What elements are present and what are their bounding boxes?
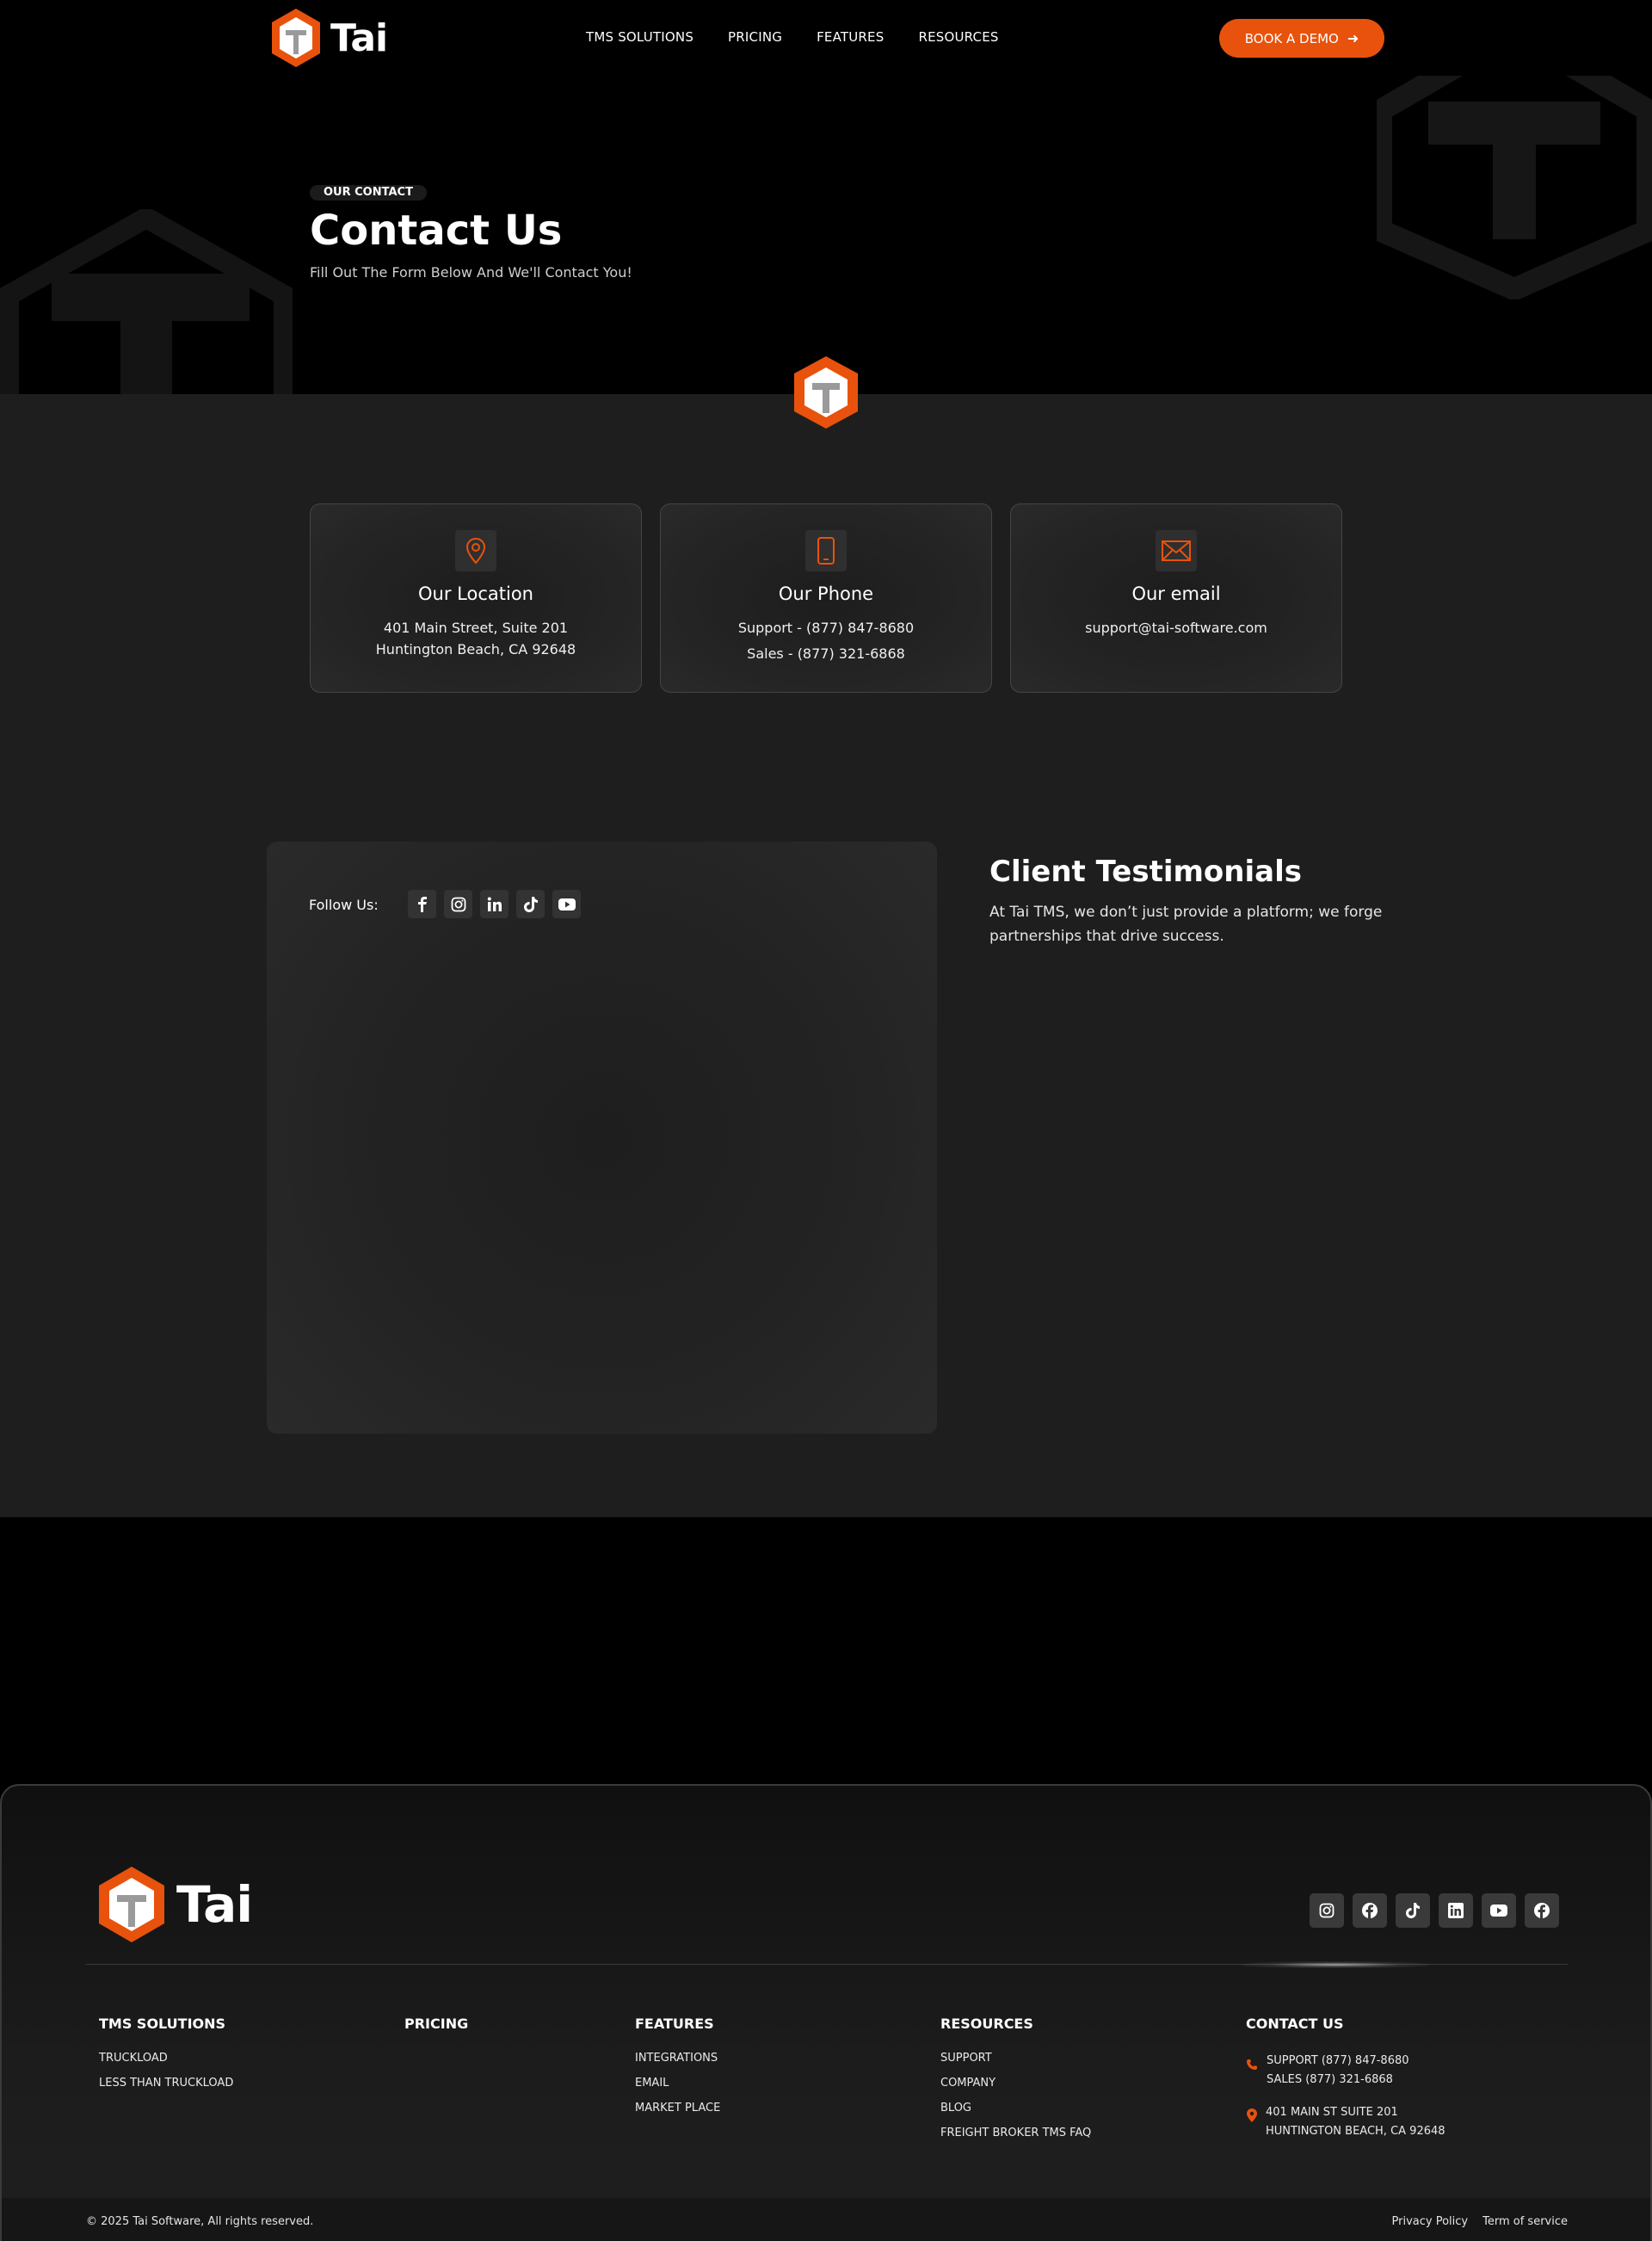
youtube-icon[interactable] xyxy=(552,890,581,918)
book-demo-label: BOOK A DEMO xyxy=(1244,30,1339,46)
footer-col-heading: CONTACT US xyxy=(1246,2016,1344,2032)
linkedin-icon[interactable] xyxy=(1439,1893,1473,1928)
nav-tms-solutions[interactable]: TMS SOLUTIONS xyxy=(586,29,693,45)
footer-social-links xyxy=(1310,1893,1559,1928)
email-icon-box xyxy=(1156,530,1197,571)
email-card: Our email support@tai-software.com xyxy=(1010,503,1342,693)
phone-icon xyxy=(1247,2059,1257,2070)
card-title: Our email xyxy=(1131,583,1221,604)
main-menu: TMS SOLUTIONS PRICING FEATURES RESOURCES xyxy=(586,29,999,45)
footer-logo-text: Tai xyxy=(176,1875,253,1934)
address-line-1: 401 Main Street, Suite 201 xyxy=(383,620,569,636)
privacy-policy-link[interactable]: Privacy Policy xyxy=(1392,2215,1469,2228)
footer-link-support[interactable]: SUPPORT xyxy=(940,2052,1091,2065)
phone-card: Our Phone Support - (877) 847-8680 Sales… xyxy=(660,503,992,693)
map-pin-icon xyxy=(465,537,486,565)
footer-link-truckload[interactable]: TRUCKLOAD xyxy=(99,2052,233,2065)
footer-col-heading[interactable]: RESOURCES xyxy=(940,2016,1091,2032)
nav-pricing[interactable]: PRICING xyxy=(728,29,782,45)
facebook-icon[interactable] xyxy=(1525,1893,1559,1928)
footer-link-blog[interactable]: BLOG xyxy=(940,2102,1091,2114)
footer-col-pricing: PRICING xyxy=(404,2016,468,2052)
page-subtitle: Fill Out The Form Below And We'll Contac… xyxy=(310,264,632,281)
phone-icon xyxy=(817,537,835,565)
footer-address: 401 MAIN ST SUITE 201 HUNTINGTON BEACH, … xyxy=(1246,2103,1446,2141)
support-email[interactable]: support@tai-software.com xyxy=(1011,620,1341,636)
footer-col-contact: CONTACT US SUPPORT (877) 847-8680 SALES … xyxy=(1246,2016,1446,2155)
terms-link[interactable]: Term of service xyxy=(1482,2215,1568,2228)
footer-phone[interactable]: SUPPORT (877) 847-8680 SALES (877) 321-6… xyxy=(1246,2052,1446,2090)
footer-link-market-place[interactable]: MARKET PLACE xyxy=(635,2102,720,2114)
location-card: Our Location 401 Main Street, Suite 201 … xyxy=(310,503,642,693)
instagram-icon[interactable] xyxy=(444,890,472,918)
legal-links: Privacy Policy Term of service xyxy=(1392,2215,1568,2228)
nav-resources[interactable]: RESOURCES xyxy=(918,29,998,45)
sales-phone[interactable]: Sales - (877) 321-6868 xyxy=(661,645,991,662)
tai-hexagon-logo-icon xyxy=(272,9,320,67)
watermark-logo-icon xyxy=(1377,76,1652,299)
footer-col-heading[interactable]: FEATURES xyxy=(635,2016,720,2032)
footer-col-heading[interactable]: PRICING xyxy=(404,2016,468,2032)
phone-icon-box xyxy=(805,530,847,571)
copyright: © 2025 Tai Software, All rights reserved… xyxy=(86,2215,314,2228)
facebook-icon[interactable] xyxy=(1353,1893,1387,1928)
instagram-icon[interactable] xyxy=(1310,1893,1344,1928)
footer-link-company[interactable]: COMPANY xyxy=(940,2077,1091,2090)
watermark-logo-icon xyxy=(0,209,293,394)
testimonials-title: Client Testimonials xyxy=(989,855,1302,889)
tai-badge-icon xyxy=(794,356,858,429)
location-icon-box xyxy=(455,530,496,571)
footer-bottom-bar: © 2025 Tai Software, All rights reserved… xyxy=(2,2198,1650,2241)
footer-address-line-2: HUNTINGTON BEACH, CA 92648 xyxy=(1266,2125,1446,2138)
site-footer: Tai TMS SOLUTIONS TRUCKLOAD LESS THAN TR… xyxy=(0,1784,1652,2241)
tiktok-icon[interactable] xyxy=(1396,1893,1430,1928)
logo-text: Tai xyxy=(330,15,388,60)
footer-link-faq[interactable]: FREIGHT BROKER TMS FAQ xyxy=(940,2127,1091,2139)
youtube-icon[interactable] xyxy=(1482,1893,1516,1928)
eyebrow-badge: OUR CONTACT xyxy=(310,185,427,201)
hero-section: OUR CONTACT Contact Us Fill Out The Form… xyxy=(0,76,1652,394)
book-demo-button[interactable]: BOOK A DEMO ➜ xyxy=(1219,19,1384,58)
footer-link-integrations[interactable]: INTEGRATIONS xyxy=(635,2052,720,2065)
tai-hexagon-logo-icon xyxy=(99,1867,164,1942)
footer-link-ltl[interactable]: LESS THAN TRUCKLOAD xyxy=(99,2077,233,2090)
nav-features[interactable]: FEATURES xyxy=(817,29,884,45)
footer-col-resources: RESOURCES SUPPORT COMPANY BLOG FREIGHT B… xyxy=(940,2016,1091,2151)
arrow-right-icon: ➜ xyxy=(1347,30,1359,46)
tiktok-icon[interactable] xyxy=(516,890,545,918)
testimonials-body: At Tai TMS, we don’t just provide a plat… xyxy=(989,904,1383,945)
tai-logo[interactable]: Tai xyxy=(268,7,388,69)
top-navigation: Tai TMS SOLUTIONS PRICING FEATURES RESOU… xyxy=(0,0,1652,76)
footer-logo[interactable]: Tai xyxy=(96,1865,253,1944)
footer-link-email[interactable]: EMAIL xyxy=(635,2077,720,2090)
footer-support-phone: SUPPORT (877) 847-8680 xyxy=(1267,2054,1409,2067)
card-title: Our Phone xyxy=(778,583,874,604)
footer-divider-glow xyxy=(1241,1961,1430,1968)
linkedin-icon[interactable] xyxy=(480,890,509,918)
card-title: Our Location xyxy=(418,583,533,604)
mail-icon xyxy=(1162,540,1191,561)
footer-col-tms: TMS SOLUTIONS TRUCKLOAD LESS THAN TRUCKL… xyxy=(99,2016,233,2102)
support-phone[interactable]: Support - (877) 847-8680 xyxy=(661,620,991,636)
footer-col-heading[interactable]: TMS SOLUTIONS xyxy=(99,2016,233,2032)
footer-col-features: FEATURES INTEGRATIONS EMAIL MARKET PLACE xyxy=(635,2016,720,2127)
address-line-2: Huntington Beach, CA 92648 xyxy=(375,641,576,657)
map-pin-icon xyxy=(1247,2108,1257,2122)
footer-address-line-1: 401 MAIN ST SUITE 201 xyxy=(1266,2106,1398,2119)
follow-us-label: Follow Us: xyxy=(309,897,379,913)
follow-social-links xyxy=(408,890,581,918)
facebook-icon[interactable] xyxy=(408,890,436,918)
media-panel: Follow Us: xyxy=(267,842,937,1434)
page-title: Contact Us xyxy=(310,207,563,255)
footer-sales-phone: SALES (877) 321-6868 xyxy=(1267,2073,1393,2086)
